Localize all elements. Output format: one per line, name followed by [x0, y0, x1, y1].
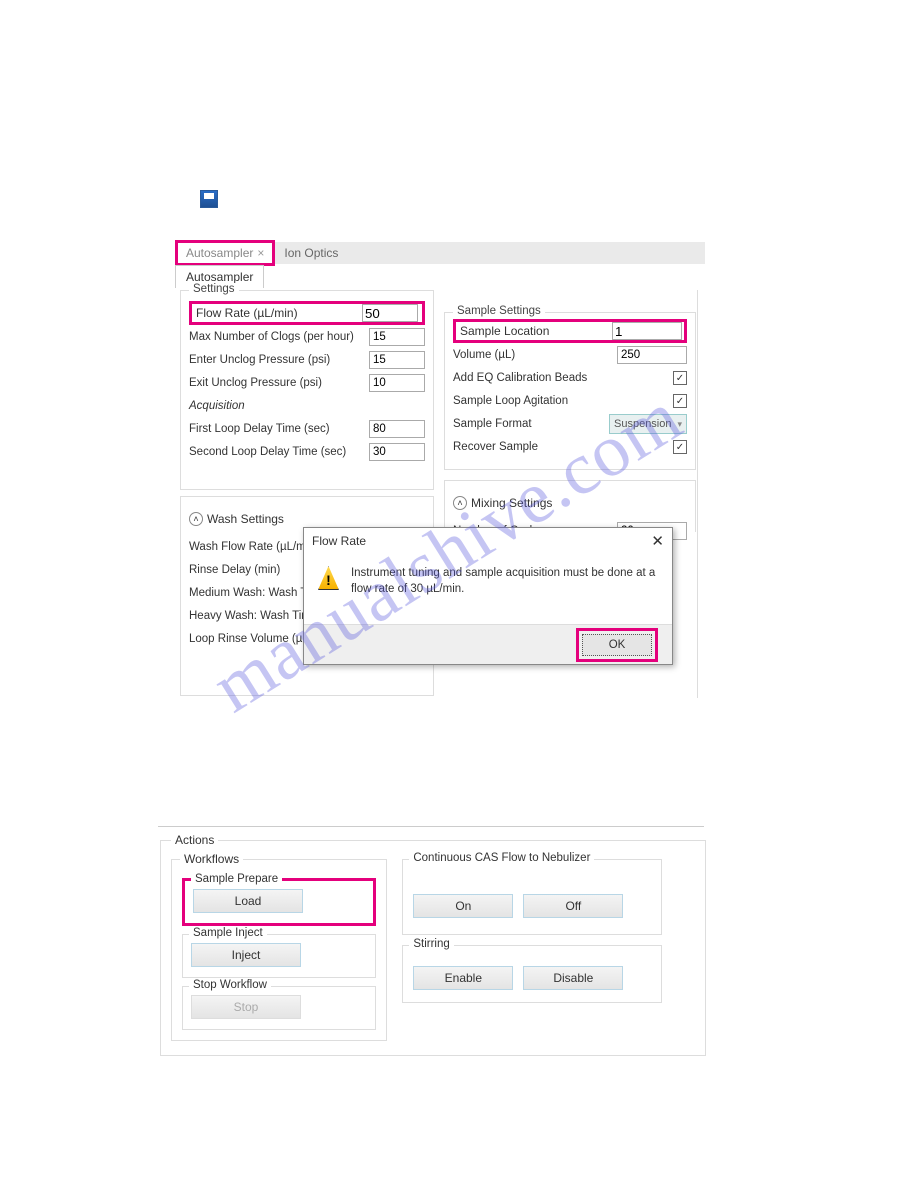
- flow-rate-input[interactable]: [362, 304, 418, 322]
- dialog-titlebar: Flow Rate ✕: [304, 528, 672, 554]
- save-icon[interactable]: [200, 190, 218, 208]
- settings-panel: Settings Flow Rate (µL/min) Max Number o…: [180, 290, 434, 490]
- flow-rate-dialog: Flow Rate ✕ Instrument tuning and sample…: [303, 527, 673, 665]
- sub-tab-area: Autosampler: [175, 265, 705, 288]
- add-eq-label: Add EQ Calibration Beads: [453, 372, 673, 384]
- chevron-down-icon: ▾: [677, 419, 682, 430]
- top-tabs-bar: Autosampler × Ion Optics: [175, 242, 705, 264]
- first-loop-label: First Loop Delay Time (sec): [189, 423, 369, 435]
- agitation-label: Sample Loop Agitation: [453, 395, 673, 407]
- recover-sample-label: Recover Sample: [453, 441, 673, 453]
- volume-label: Volume (µL): [453, 349, 617, 361]
- max-clogs-label: Max Number of Clogs (per hour): [189, 331, 369, 343]
- sample-settings-panel: Sample Settings Sample Location Volume (…: [444, 312, 696, 470]
- enter-unclog-label: Enter Unclog Pressure (psi): [189, 354, 369, 366]
- settings-title: Settings: [189, 283, 239, 295]
- load-button[interactable]: Load: [193, 889, 303, 913]
- tab-ion-optics[interactable]: Ion Optics: [275, 242, 347, 264]
- stop-workflow-group: Stop Workflow Stop: [182, 986, 376, 1030]
- dialog-message: Instrument tuning and sample acquisition…: [351, 566, 658, 597]
- enable-button[interactable]: Enable: [413, 966, 513, 990]
- warning-icon: [318, 566, 339, 590]
- cas-flow-group: Continuous CAS Flow to Nebulizer On Off: [402, 859, 662, 935]
- cas-on-button[interactable]: On: [413, 894, 513, 918]
- actions-right-column: Continuous CAS Flow to Nebulizer On Off …: [402, 859, 662, 1003]
- tab-autosampler-label: Autosampler: [186, 246, 253, 260]
- ok-highlight: OK: [576, 628, 658, 662]
- stop-button[interactable]: Stop: [191, 995, 301, 1019]
- tab-autosampler[interactable]: Autosampler ×: [175, 240, 275, 266]
- flow-rate-highlight: Flow Rate (µL/min): [189, 301, 425, 325]
- actions-panel: Actions Workflows Sample Prepare Load Sa…: [160, 840, 706, 1056]
- sample-prepare-title: Sample Prepare: [191, 873, 282, 885]
- enter-unclog-input[interactable]: [369, 351, 425, 369]
- stirring-group: Stirring Enable Disable: [402, 945, 662, 1003]
- dialog-title-text: Flow Rate: [312, 534, 366, 548]
- acquisition-heading: Acquisition: [189, 400, 425, 412]
- flow-rate-label: Flow Rate (µL/min): [196, 306, 362, 320]
- mixing-title: Mixing Settings: [471, 496, 552, 510]
- inject-button[interactable]: Inject: [191, 943, 301, 967]
- dialog-close-icon[interactable]: ✕: [651, 532, 664, 550]
- sample-format-label: Sample Format: [453, 418, 609, 430]
- workflows-title: Workflows: [180, 852, 243, 866]
- tab-close-icon[interactable]: ×: [257, 246, 264, 260]
- sample-format-value: Suspension: [614, 418, 672, 430]
- sample-location-input[interactable]: [612, 322, 682, 340]
- recover-checkbox[interactable]: ✓: [673, 440, 687, 454]
- cas-off-button[interactable]: Off: [523, 894, 623, 918]
- stirring-title: Stirring: [409, 938, 453, 950]
- volume-input[interactable]: [617, 346, 687, 364]
- wash-title: Wash Settings: [207, 512, 284, 526]
- workflows-panel: Workflows Sample Prepare Load Sample Inj…: [171, 859, 387, 1041]
- tab-ion-optics-label: Ion Optics: [284, 246, 338, 260]
- sample-format-dropdown[interactable]: Suspension ▾: [609, 414, 687, 434]
- add-eq-checkbox[interactable]: ✓: [673, 371, 687, 385]
- sample-location-highlight: Sample Location: [453, 319, 687, 343]
- sample-settings-title: Sample Settings: [453, 305, 545, 317]
- collapse-icon[interactable]: ˄: [189, 512, 203, 526]
- ok-button[interactable]: OK: [582, 634, 652, 656]
- panel-right-edge: [697, 290, 698, 698]
- mixing-settings-panel: ˄Mixing Settings Number of Cycles: [444, 480, 696, 532]
- exit-unclog-label: Exit Unclog Pressure (psi): [189, 377, 369, 389]
- sample-prepare-group: Sample Prepare Load: [182, 878, 376, 926]
- disable-button[interactable]: Disable: [523, 966, 623, 990]
- second-loop-input[interactable]: [369, 443, 425, 461]
- actions-title: Actions: [171, 833, 218, 847]
- agitation-checkbox[interactable]: ✓: [673, 394, 687, 408]
- sample-inject-group: Sample Inject Inject: [182, 934, 376, 978]
- collapse-icon[interactable]: ˄: [453, 496, 467, 510]
- sample-location-label: Sample Location: [456, 324, 612, 338]
- max-clogs-input[interactable]: [369, 328, 425, 346]
- separator: [158, 826, 704, 827]
- stop-workflow-title: Stop Workflow: [189, 979, 271, 991]
- first-loop-input[interactable]: [369, 420, 425, 438]
- exit-unclog-input[interactable]: [369, 374, 425, 392]
- cas-flow-title: Continuous CAS Flow to Nebulizer: [409, 852, 594, 864]
- second-loop-label: Second Loop Delay Time (sec): [189, 446, 369, 458]
- sample-inject-title: Sample Inject: [189, 927, 267, 939]
